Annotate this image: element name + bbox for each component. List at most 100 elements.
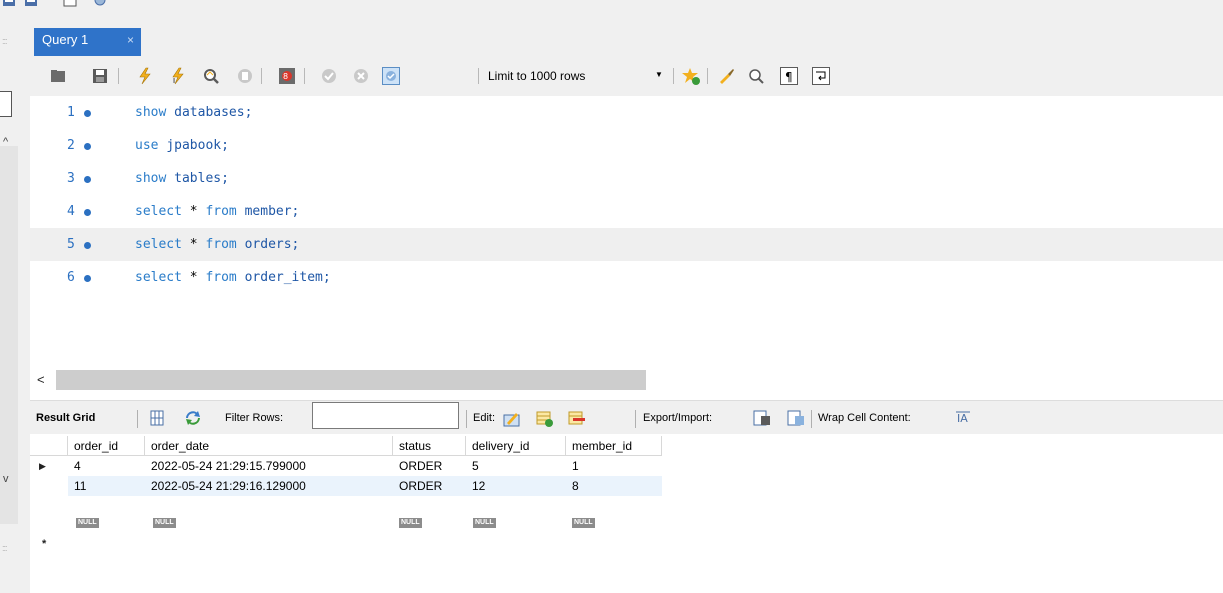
open-folder-icon[interactable] (49, 67, 67, 85)
tab-query-1[interactable]: Query 1 × (34, 28, 141, 56)
column-header-order-id[interactable]: order_id (68, 436, 145, 456)
save-icon[interactable] (91, 67, 109, 85)
null-badge[interactable]: NULL (399, 518, 422, 528)
null-badge[interactable]: NULL (153, 518, 176, 528)
statement-marker-icon (84, 209, 91, 216)
row-header-corner (30, 436, 68, 456)
line-number: 6 (67, 270, 75, 285)
add-row-icon[interactable] (535, 409, 553, 427)
line-number: 2 (67, 138, 75, 153)
left-sidebar-edge: ::: ^ v ::: (0, 14, 30, 593)
toolbar-separator (673, 68, 674, 84)
wrap-icon[interactable] (812, 67, 830, 85)
null-badge[interactable]: NULL (76, 518, 99, 528)
edit-label: Edit: (473, 412, 496, 424)
scrollbar-thumb[interactable] (56, 370, 646, 390)
delete-row-icon[interactable] (567, 409, 585, 427)
chevron-left-icon[interactable]: < (37, 372, 45, 387)
column-header-member-id[interactable]: member_id (566, 436, 662, 456)
table-cell[interactable]: 4 (68, 456, 145, 476)
import-icon[interactable] (787, 409, 805, 427)
table-cell[interactable]: 12 (466, 476, 566, 496)
chevron-down-icon[interactable]: v (3, 473, 9, 485)
toolbar-separator (466, 410, 467, 428)
sidebar-input-fragment[interactable] (0, 91, 12, 117)
table-cell[interactable]: 11 (68, 476, 145, 496)
current-row-arrow-icon: ▶ (39, 461, 46, 471)
line-number: 5 (67, 237, 75, 252)
execute-icon[interactable] (136, 67, 154, 85)
splitter-grip[interactable]: ::: (2, 36, 7, 46)
line-number: 3 (67, 171, 75, 186)
statement-marker-icon (84, 110, 91, 117)
svg-text:¶: ¶ (785, 70, 793, 84)
export-icon[interactable] (753, 409, 771, 427)
row-header[interactable]: ▶ (30, 456, 68, 476)
reconnect-icon[interactable] (92, 0, 108, 8)
null-badge[interactable]: NULL (572, 518, 595, 528)
statement-marker-icon (84, 242, 91, 249)
table-cell[interactable]: 8 (566, 476, 662, 496)
tab-title: Query 1 (42, 32, 89, 47)
table-cell[interactable]: 1 (566, 456, 662, 476)
editor-line-current[interactable]: 5 select * from orders; (30, 228, 1223, 261)
limit-rows-select[interactable]: Limit to 1000 rows (488, 69, 585, 83)
editor-line[interactable]: 6 select * from order_item; (30, 261, 1223, 294)
beautify-icon[interactable] (718, 67, 736, 85)
toolbar-separator (635, 410, 636, 428)
sidebar-scrollbar[interactable] (0, 146, 18, 524)
editor-horizontal-scrollbar[interactable]: < (30, 368, 1223, 392)
svg-text:IA: IA (957, 412, 968, 425)
column-header-status[interactable]: status (393, 436, 466, 456)
table-cell[interactable]: 2022-05-24 21:29:16.129000 (145, 476, 393, 496)
rollback-icon[interactable] (352, 67, 370, 85)
commit-icon[interactable] (320, 67, 338, 85)
splitter-grip-bottom[interactable]: ::: (2, 543, 7, 553)
invisible-chars-icon[interactable]: ¶ (780, 67, 798, 85)
new-row-marker: * (42, 538, 47, 550)
export-import-label: Export/Import: (643, 412, 713, 424)
editor-line[interactable]: 1 show databases; (30, 96, 1223, 129)
grid-view-icon[interactable] (148, 409, 166, 427)
toggle-error-icon[interactable]: 8 (278, 67, 296, 85)
result-grid[interactable]: order_id order_date status delivery_id m… (30, 436, 1223, 593)
filter-rows-input[interactable] (312, 402, 459, 429)
statement-marker-icon (84, 143, 91, 150)
editor-line[interactable]: 3 show tables; (30, 162, 1223, 195)
code-text: show databases; (135, 105, 253, 120)
sql-editor[interactable]: 1 show databases; 2 use jpabook; 3 show … (30, 96, 1223, 368)
toolbar-separator (137, 410, 138, 428)
sql-new-icon[interactable] (2, 0, 18, 8)
stop-icon[interactable] (236, 67, 254, 85)
editor-line[interactable]: 2 use jpabook; (30, 129, 1223, 162)
inspector-icon[interactable] (63, 0, 79, 8)
column-header-order-date[interactable]: order_date (145, 436, 393, 456)
wrap-cell-toggle-icon[interactable]: IA (954, 409, 972, 427)
top-toolbar-strip (0, 0, 1223, 14)
refresh-icon[interactable] (184, 409, 202, 427)
execute-current-icon[interactable]: I (169, 67, 187, 85)
wrap-cell-label: Wrap Cell Content: (818, 412, 911, 424)
edit-cell-icon[interactable] (503, 409, 521, 427)
table-cell[interactable]: ORDER (393, 476, 466, 496)
table-cell[interactable]: 2022-05-24 21:29:15.799000 (145, 456, 393, 476)
editor-line[interactable]: 4 select * from member; (30, 195, 1223, 228)
close-icon[interactable]: × (127, 33, 134, 47)
result-grid-tab[interactable]: Result Grid (36, 412, 95, 424)
table-cell[interactable]: 5 (466, 456, 566, 476)
code-text: select * from orders; (135, 237, 300, 252)
sql-open-icon[interactable] (24, 0, 40, 8)
filter-rows-label: Filter Rows: (225, 412, 284, 424)
statement-marker-icon (84, 176, 91, 183)
find-icon[interactable] (747, 67, 765, 85)
row-header[interactable] (30, 476, 68, 496)
autocommit-icon[interactable] (382, 67, 400, 85)
table-cell[interactable]: ORDER (393, 456, 466, 476)
column-header-delivery-id[interactable]: delivery_id (466, 436, 566, 456)
chevron-down-icon[interactable]: ▼ (655, 70, 663, 79)
null-badge[interactable]: NULL (473, 518, 496, 528)
svg-text:8: 8 (283, 72, 288, 81)
add-snippet-icon[interactable] (682, 67, 700, 85)
toolbar-separator (304, 68, 305, 84)
explain-icon[interactable] (202, 67, 220, 85)
